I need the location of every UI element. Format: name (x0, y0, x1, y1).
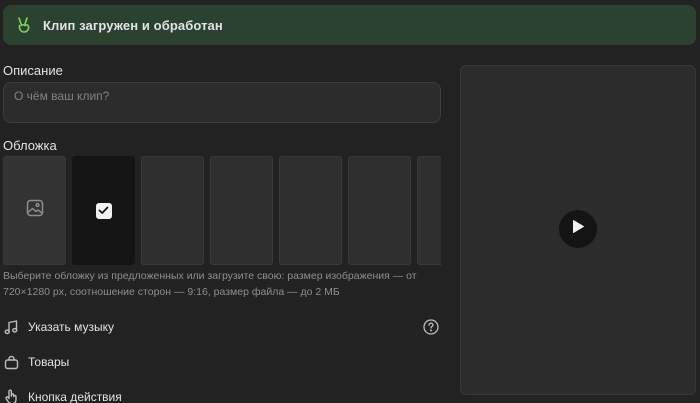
add-music-option[interactable]: Указать музыку (3, 316, 443, 338)
cover-option-2[interactable] (141, 156, 204, 265)
peace-hand-icon (15, 16, 33, 34)
play-icon (571, 219, 585, 239)
banner-text: Клип загружен и обработан (43, 17, 223, 33)
products-option[interactable]: Товары (3, 351, 443, 373)
products-label: Товары (28, 355, 70, 369)
action-button-label: Кнопка действия (28, 390, 122, 403)
music-note-icon (3, 319, 19, 335)
cover-hint: Выберите обложку из предложенных или заг… (3, 270, 417, 298)
cover-title: Обложка (3, 138, 57, 153)
image-icon (26, 199, 44, 222)
cover-option-1[interactable] (72, 156, 135, 265)
cover-option-4[interactable] (279, 156, 342, 265)
cover-option-6[interactable] (417, 156, 441, 265)
description-input[interactable] (3, 82, 441, 123)
cover-option-5[interactable] (348, 156, 411, 265)
help-icon[interactable] (422, 318, 440, 336)
hand-pointer-icon (3, 389, 19, 403)
upload-cover-button[interactable] (3, 156, 66, 265)
play-button[interactable] (559, 210, 597, 248)
add-music-label: Указать музыку (28, 320, 115, 334)
success-banner: Клип загружен и обработан (3, 5, 696, 45)
cover-option-3[interactable] (210, 156, 273, 265)
shopping-bag-icon (3, 354, 19, 370)
description-title: Описание (3, 63, 63, 78)
clip-preview (460, 65, 696, 395)
clip-upload-page: Клип загружен и обработан Описание Облож… (0, 0, 700, 403)
cover-picker (3, 156, 441, 267)
checkbox-checked-icon (95, 202, 112, 219)
action-button-option[interactable]: Кнопка действия (3, 386, 443, 403)
